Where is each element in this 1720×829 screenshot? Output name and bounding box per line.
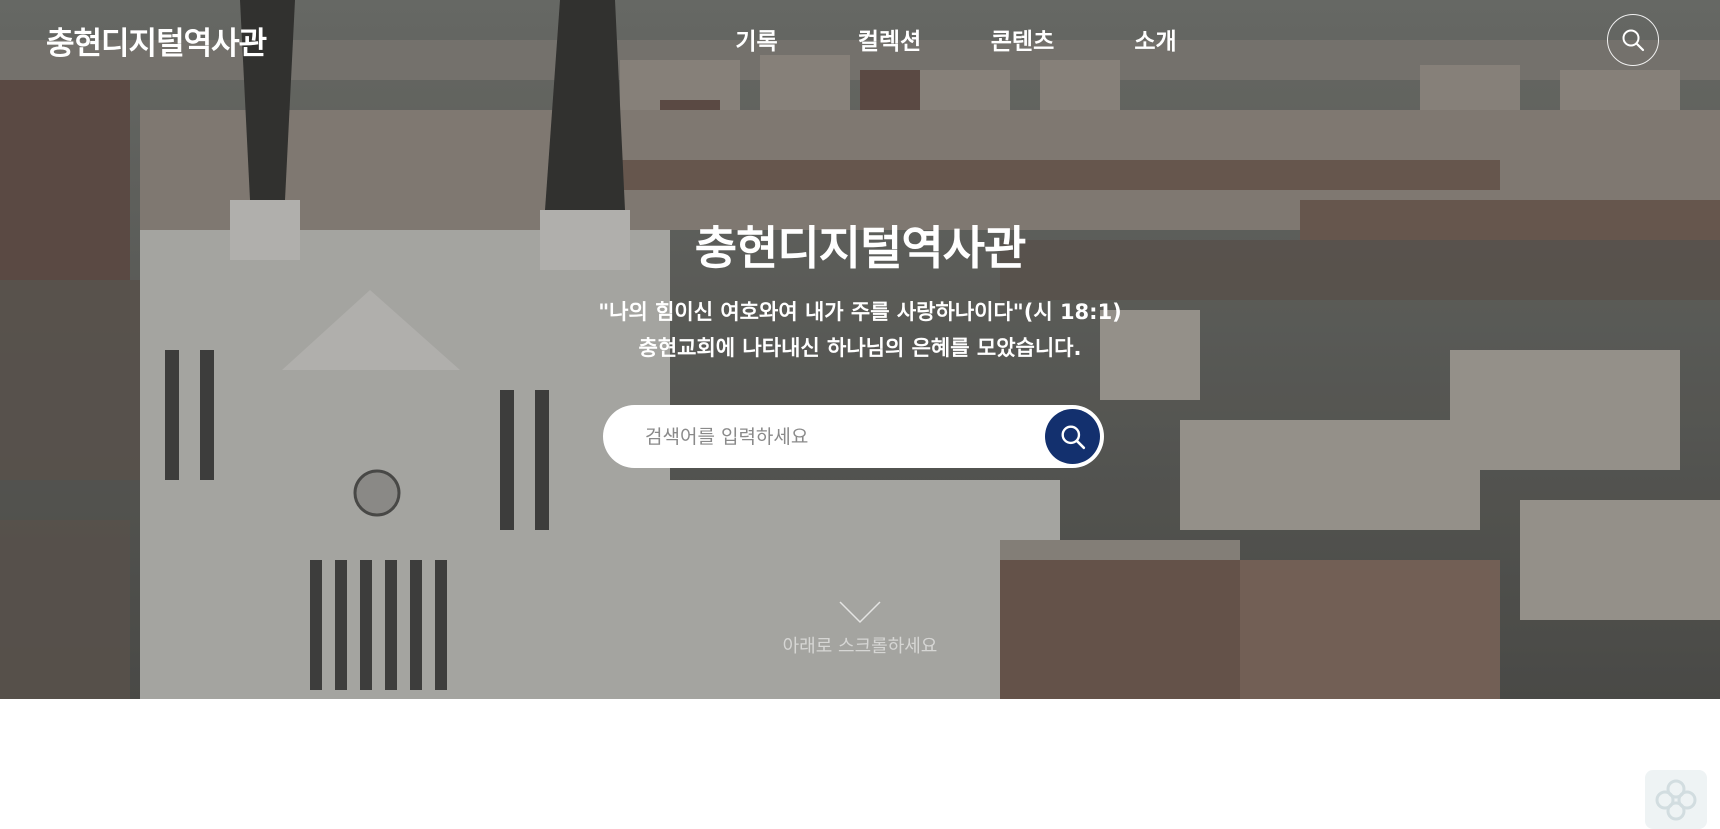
- search-icon: [1061, 425, 1085, 449]
- hero-subtitle-description: 충현교회에 나타내신 하나님의 은혜를 모았습니다.: [638, 336, 1082, 360]
- search-icon: [1622, 29, 1645, 52]
- site-header: 충현디지털역사관 기록 컬렉션 콘텐츠 소개: [0, 0, 1720, 80]
- nav-item-collection[interactable]: 컬렉션: [823, 22, 956, 56]
- main-nav: 기록 컬렉션 콘텐츠 소개: [690, 22, 1222, 56]
- nav-item-contents[interactable]: 콘텐츠: [956, 22, 1089, 56]
- scroll-hint[interactable]: 아래로 스크롤하세요: [0, 600, 1720, 658]
- chevron-down-icon: [839, 601, 881, 624]
- hero-search-bar: [603, 405, 1104, 468]
- nav-item-about[interactable]: 소개: [1089, 22, 1222, 56]
- floating-corner-button[interactable]: [1645, 770, 1707, 829]
- hero-section: 충현디지털역사관 기록 컬렉션 콘텐츠 소개 충현디지털역사관 "나의 힘이신 …: [0, 0, 1720, 699]
- flower-logo-icon: [1655, 779, 1697, 820]
- scroll-hint-text: 아래로 스크롤하세요: [782, 636, 938, 657]
- site-logo[interactable]: 충현디지털역사관: [46, 18, 267, 63]
- hero-subtitle-verse: "나의 힘이신 여호와여 내가 주를 사랑하나이다"(시 18:1): [598, 300, 1122, 324]
- hero-title: 충현디지털역사관: [694, 221, 1027, 275]
- header-search-button[interactable]: [1607, 14, 1659, 66]
- search-input[interactable]: [643, 424, 1023, 449]
- nav-item-records[interactable]: 기록: [690, 22, 823, 56]
- search-submit-button[interactable]: [1045, 409, 1100, 464]
